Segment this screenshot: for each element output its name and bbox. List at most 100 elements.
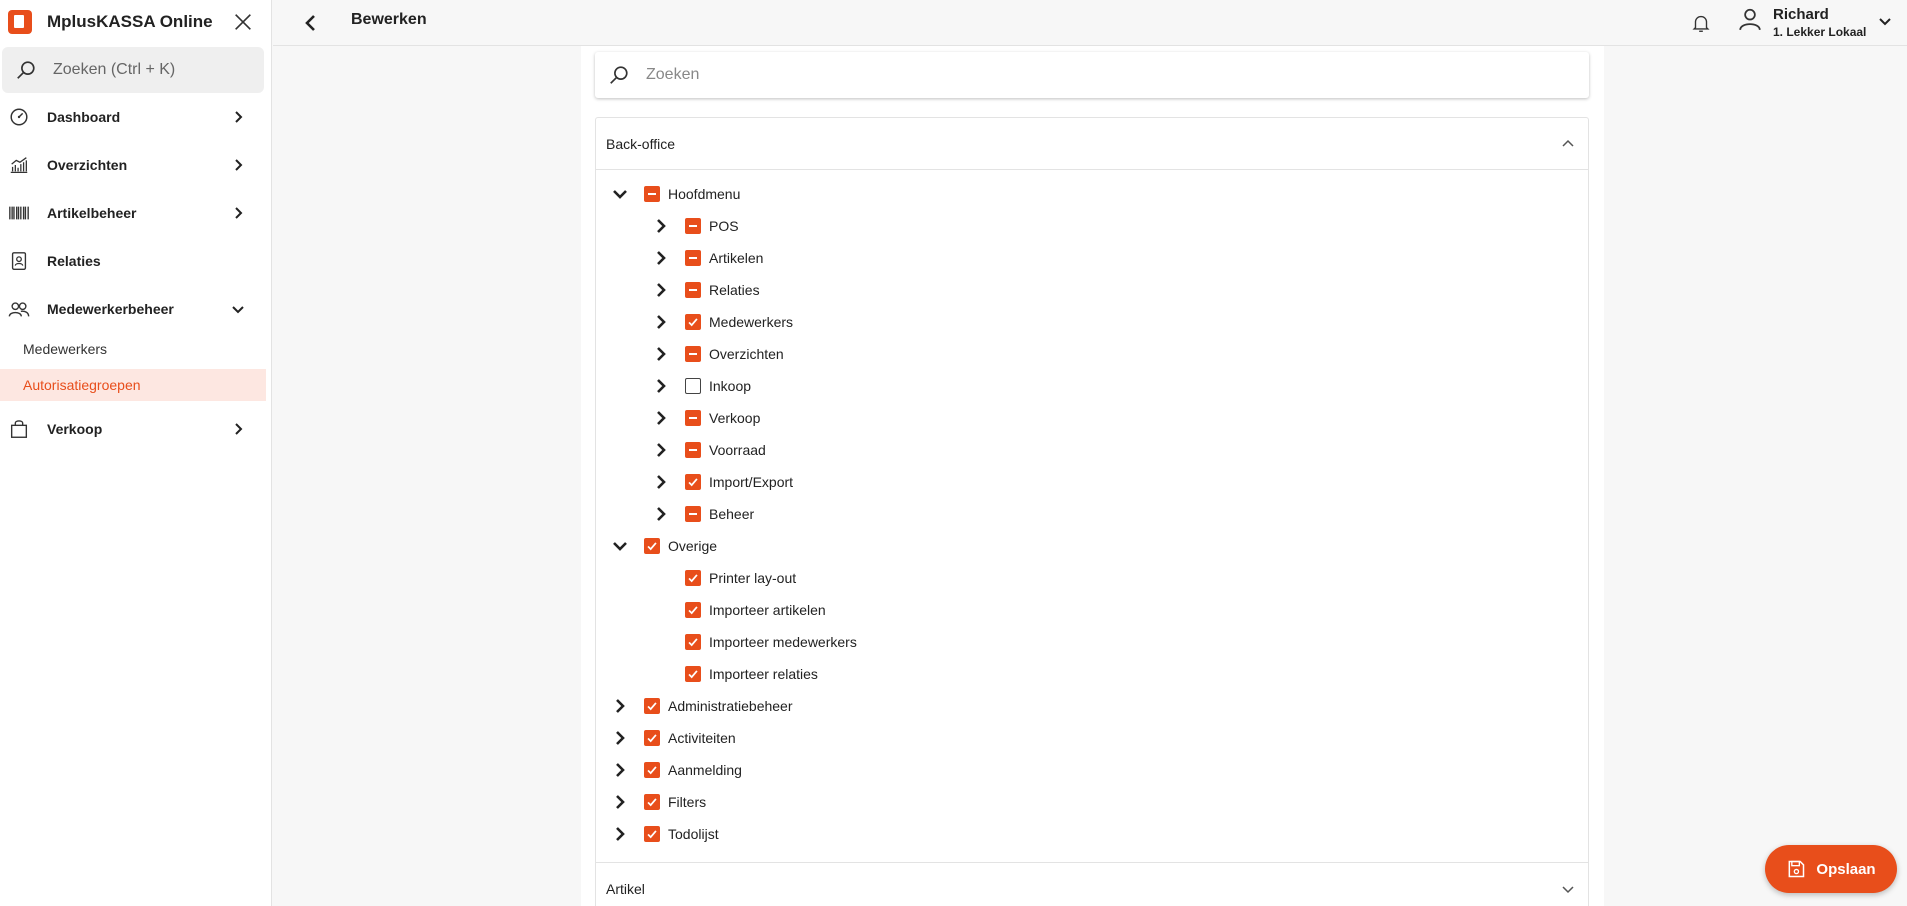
permission-search-input[interactable] bbox=[646, 66, 1546, 84]
sidebar-search-placeholder: Zoeken (Ctrl + K) bbox=[53, 61, 176, 78]
permission-checkbox[interactable] bbox=[644, 826, 660, 842]
permission-checkbox[interactable] bbox=[685, 474, 701, 490]
app-logo bbox=[8, 10, 32, 34]
page-title: Bewerken bbox=[351, 11, 427, 28]
tree-node: Importeer artikelen bbox=[651, 594, 826, 626]
chevron-right-icon[interactable] bbox=[651, 376, 671, 396]
permission-checkbox[interactable] bbox=[644, 186, 660, 202]
sidebar: MplusKASSA Online Zoeken (Ctrl + K) Dash… bbox=[0, 0, 272, 906]
tree-node-label: Relaties bbox=[709, 282, 760, 298]
main-panel: Back-office Hoofdmenu POS Artikelen Relatie… bbox=[581, 46, 1604, 906]
accordion-title: Artikel bbox=[606, 880, 645, 897]
sidebar-subitem-medewerkers[interactable]: Medewerkers bbox=[0, 333, 266, 365]
tree-node: Medewerkers bbox=[651, 306, 793, 338]
tree-node-label: Beheer bbox=[709, 506, 755, 522]
tree-node: Overzichten bbox=[651, 338, 784, 370]
tree-node-label: Medewerkers bbox=[709, 314, 794, 330]
tree-node-label: Verkoop bbox=[709, 410, 761, 426]
sidebar-item-label: Artikelbeheer bbox=[47, 205, 137, 221]
user-name[interactable]: Richard bbox=[1773, 6, 1829, 23]
chevron-down-icon bbox=[1562, 886, 1574, 894]
permission-checkbox[interactable] bbox=[685, 570, 701, 586]
chevron-down-icon[interactable] bbox=[610, 536, 630, 556]
sidebar-item-verkoop[interactable]: Verkoop bbox=[0, 409, 262, 449]
sidebar-subitem-autorisatiegroepen[interactable]: Autorisatiegroepen bbox=[0, 369, 266, 401]
permission-checkbox[interactable] bbox=[644, 538, 660, 554]
tree-node: Relaties bbox=[651, 274, 760, 306]
tree-node: Hoofdmenu bbox=[610, 178, 740, 210]
sidebar-item-artikelbeheer[interactable]: Artikelbeheer bbox=[0, 193, 262, 233]
accordion-header-back-office[interactable]: Back-office bbox=[596, 118, 1588, 170]
permission-checkbox[interactable] bbox=[685, 250, 701, 266]
save-button[interactable]: Opslaan bbox=[1765, 845, 1897, 893]
chevron-right-icon[interactable] bbox=[651, 280, 671, 300]
permission-checkbox[interactable] bbox=[644, 698, 660, 714]
close-icon[interactable] bbox=[232, 11, 254, 33]
chevron-right-icon[interactable] bbox=[651, 504, 671, 524]
permission-checkbox[interactable] bbox=[685, 410, 701, 426]
sidebar-search[interactable]: Zoeken (Ctrl + K) bbox=[2, 47, 264, 93]
permission-checkbox[interactable] bbox=[685, 634, 701, 650]
permission-checkbox[interactable] bbox=[685, 218, 701, 234]
bag-icon bbox=[10, 420, 28, 438]
tree-node-label: Import/Export bbox=[709, 474, 794, 490]
permission-checkbox[interactable] bbox=[685, 442, 701, 458]
permission-checkbox[interactable] bbox=[644, 730, 660, 746]
chevron-right-icon[interactable] bbox=[610, 792, 630, 812]
tree-node-label: POS bbox=[709, 218, 739, 234]
permission-checkbox[interactable] bbox=[685, 378, 701, 394]
sidebar-item-overzichten[interactable]: Overzichten bbox=[0, 145, 262, 185]
tree-node: Import/Export bbox=[651, 466, 793, 498]
tree-node: POS bbox=[651, 210, 739, 242]
permission-search[interactable] bbox=[595, 52, 1589, 98]
toggle-spacer bbox=[651, 568, 671, 588]
chevron-right-icon[interactable] bbox=[651, 344, 671, 364]
chevron-down-icon[interactable] bbox=[610, 184, 630, 204]
permission-checkbox[interactable] bbox=[644, 762, 660, 778]
sidebar-item-label: Overzichten bbox=[47, 157, 128, 173]
chevron-right-icon[interactable] bbox=[610, 696, 630, 716]
permission-checkbox[interactable] bbox=[685, 346, 701, 362]
permission-checkbox[interactable] bbox=[685, 506, 701, 522]
chevron-right-icon[interactable] bbox=[651, 312, 671, 332]
tree-node-label: Overige bbox=[668, 538, 718, 554]
tree-node-label: Administratiebeheer bbox=[668, 698, 793, 714]
chevron-right-icon[interactable] bbox=[651, 408, 671, 428]
user-organization: 1. Lekker Lokaal bbox=[1773, 25, 1867, 39]
permission-checkbox[interactable] bbox=[685, 314, 701, 330]
chevron-down-icon[interactable] bbox=[1877, 13, 1893, 29]
sidebar-item-dashboard[interactable]: Dashboard bbox=[0, 97, 262, 137]
back-arrow-icon[interactable] bbox=[299, 11, 323, 35]
chevron-right-icon[interactable] bbox=[651, 440, 671, 460]
chevron-right-icon bbox=[235, 159, 243, 171]
permission-checkbox[interactable] bbox=[685, 602, 701, 618]
tree-node: Verkoop bbox=[651, 402, 760, 434]
tree-node-label: Hoofdmenu bbox=[668, 186, 741, 202]
permission-tree: Hoofdmenu POS Artikelen Relaties Medewerkers… bbox=[596, 170, 1588, 864]
tree-node-label: Activiteiten bbox=[668, 730, 736, 746]
chevron-right-icon[interactable] bbox=[610, 760, 630, 780]
permission-checkbox[interactable] bbox=[685, 282, 701, 298]
sidebar-item-label: Relaties bbox=[47, 253, 101, 269]
chevron-right-icon[interactable] bbox=[651, 472, 671, 492]
tree-node: Overige bbox=[610, 530, 717, 562]
search-icon bbox=[610, 66, 628, 84]
chevron-up-icon bbox=[1562, 139, 1574, 147]
permission-checkbox[interactable] bbox=[685, 666, 701, 682]
tree-node-label: Artikelen bbox=[709, 250, 764, 266]
user-icon[interactable] bbox=[1737, 6, 1763, 32]
permission-checkbox[interactable] bbox=[644, 794, 660, 810]
sidebar-item-label: Medewerkerbeheer bbox=[47, 301, 174, 317]
bell-icon[interactable] bbox=[1690, 11, 1712, 35]
chart-icon bbox=[10, 157, 28, 173]
tree-node-label: Overzichten bbox=[709, 346, 784, 362]
barcode-icon bbox=[9, 206, 29, 220]
chevron-right-icon[interactable] bbox=[610, 824, 630, 844]
tree-node-label: Inkoop bbox=[709, 378, 752, 394]
chevron-right-icon[interactable] bbox=[651, 248, 671, 268]
accordion-header-artikel[interactable]: Artikel bbox=[595, 862, 1589, 906]
sidebar-item-medewerkerbeheer[interactable]: Medewerkerbeheer bbox=[0, 289, 262, 329]
chevron-right-icon[interactable] bbox=[610, 728, 630, 748]
chevron-right-icon[interactable] bbox=[651, 216, 671, 236]
sidebar-item-relaties[interactable]: Relaties bbox=[0, 241, 262, 281]
